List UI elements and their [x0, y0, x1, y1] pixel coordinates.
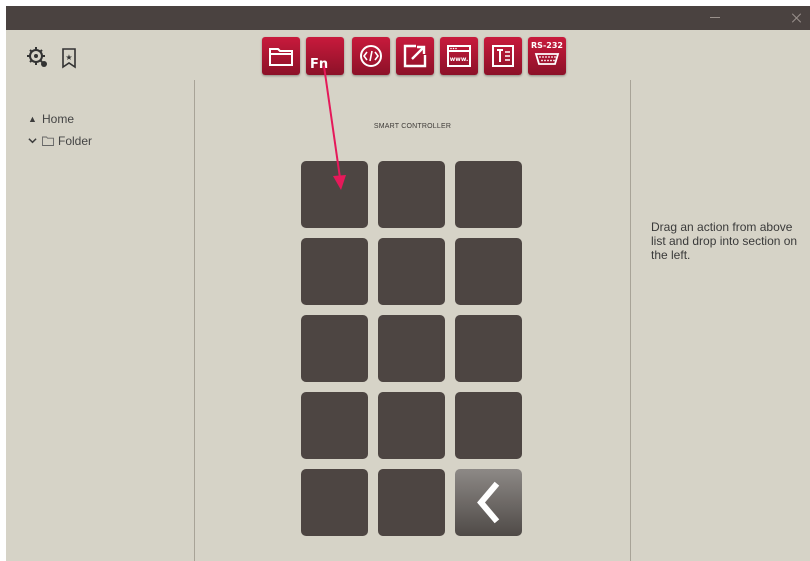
controller-slot[interactable] [455, 392, 522, 459]
controller-title: SMART CONTROLLER [373, 123, 452, 130]
external-link-action-button[interactable] [396, 37, 434, 75]
folder-icon [269, 48, 293, 66]
back-button[interactable] [455, 469, 522, 536]
controller-slot[interactable] [301, 469, 368, 536]
app-window: ★ Fn www. RS-232 ▲ Home Folder SMART CON… [6, 6, 810, 561]
controller-slot[interactable] [378, 392, 445, 459]
folder-icon [42, 136, 58, 146]
function-icon: Fn [310, 57, 329, 72]
drag-hint-text: Drag an action from above list and drop … [651, 220, 798, 262]
text-document-action-button[interactable] [484, 37, 522, 75]
web-page-icon: www. [447, 45, 471, 67]
controller-slot[interactable] [378, 161, 445, 228]
svg-text:★: ★ [65, 53, 72, 62]
controller-slot[interactable] [301, 238, 368, 305]
chevron-left-icon [477, 481, 500, 524]
controller-panel: SMART CONTROLLER [195, 80, 631, 561]
chevron-down-icon [28, 136, 42, 147]
folder-action-button[interactable] [262, 37, 300, 75]
toolbar: ★ Fn www. RS-232 [6, 30, 810, 80]
title-bar [6, 6, 810, 30]
controller-slot[interactable] [301, 392, 368, 459]
external-link-icon [403, 44, 427, 68]
controller-slot[interactable] [378, 315, 445, 382]
controller-slot[interactable] [301, 315, 368, 382]
bookmark-icon[interactable]: ★ [58, 46, 82, 70]
text-document-icon [492, 45, 514, 67]
tree-item-home[interactable]: ▲ Home [28, 111, 74, 127]
tree-item-folder[interactable]: Folder [28, 133, 92, 149]
minimize-button[interactable] [702, 6, 728, 30]
tree-item-label: Folder [58, 134, 93, 148]
tree-panel: ▲ Home Folder [6, 80, 195, 561]
controller-slot[interactable] [455, 238, 522, 305]
close-button[interactable] [784, 6, 810, 30]
settings-icon[interactable] [26, 46, 50, 70]
controller-slot[interactable] [378, 469, 445, 536]
serial-port-action-button[interactable]: RS-232 [528, 37, 566, 75]
controller-slot[interactable] [378, 238, 445, 305]
tree-item-label: Home [42, 112, 75, 126]
controller-slot[interactable] [301, 161, 368, 228]
controller-slot[interactable] [455, 161, 522, 228]
function-action-button[interactable]: Fn [306, 37, 344, 75]
controller-slot[interactable] [455, 315, 522, 382]
svg-text:www.: www. [450, 56, 469, 63]
button-grid [301, 161, 522, 536]
web-page-action-button[interactable]: www. [440, 37, 478, 75]
hint-panel: Drag an action from above list and drop … [631, 80, 810, 561]
code-action-button[interactable] [352, 37, 390, 75]
serial-port-icon [534, 53, 560, 65]
code-icon [360, 45, 382, 67]
collapse-arrow-icon: ▲ [28, 114, 37, 124]
